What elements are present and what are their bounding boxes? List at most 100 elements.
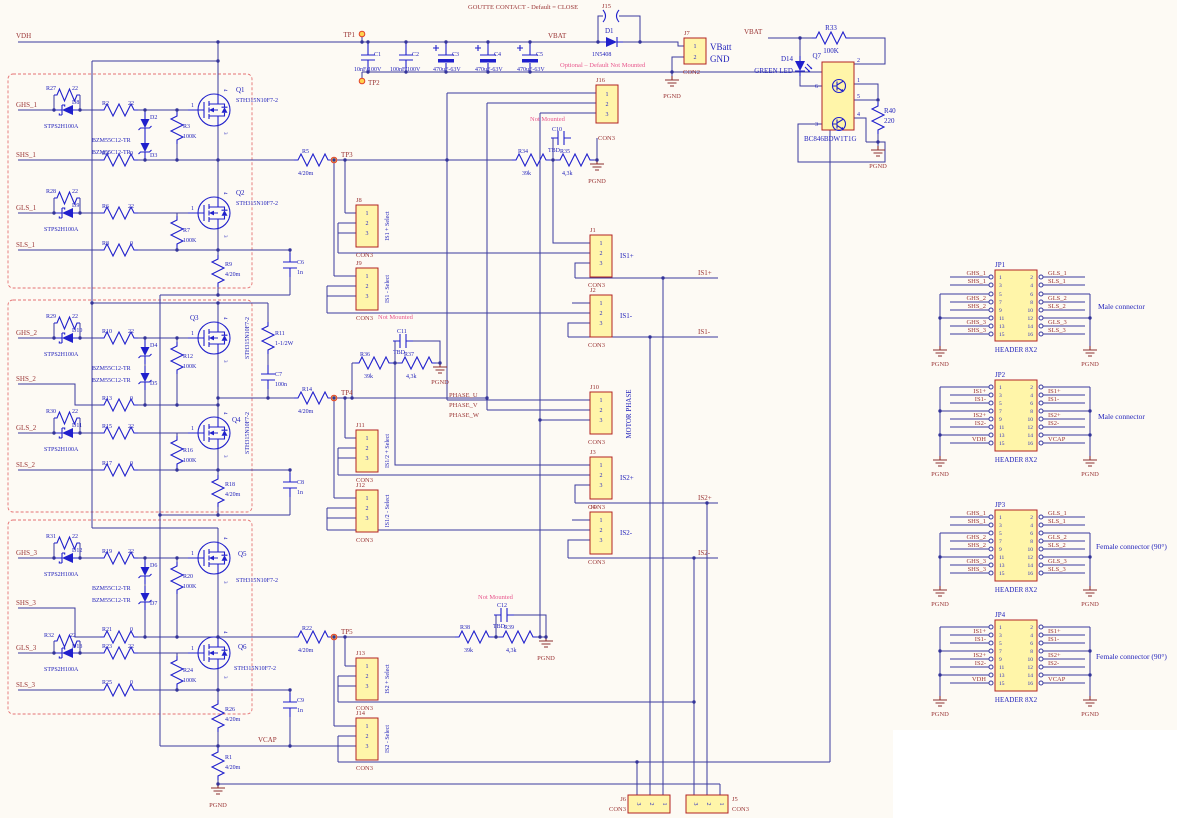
resistor-r16[interactable]: [171, 436, 183, 468]
resistor-r24[interactable]: [171, 656, 183, 688]
diode-d1[interactable]: [599, 37, 623, 47]
connector-j13[interactable]: 1 2 3: [356, 658, 378, 700]
resistor-r11[interactable]: [262, 322, 274, 354]
ref-d4: D4: [150, 343, 157, 349]
resistor-r38[interactable]: [455, 631, 493, 643]
diode-d9[interactable]: [54, 208, 80, 218]
header-pin-net: GLS_2: [1048, 295, 1067, 302]
pgnd-label: PGND: [1081, 711, 1099, 718]
resistor-r39[interactable]: [499, 631, 537, 643]
capacitor-c8[interactable]: [283, 473, 297, 497]
testpoint-tp1[interactable]: [359, 31, 365, 37]
label-j9-select: IS1 - Select: [385, 275, 391, 303]
connector-j12[interactable]: 1 2 3: [356, 490, 378, 532]
pin-label: 1: [600, 241, 603, 247]
resistor-r35[interactable]: [556, 154, 594, 166]
connector-j3[interactable]: 1 2 3: [590, 457, 612, 499]
pin-label: 1: [694, 44, 697, 50]
connector-j8[interactable]: 1 2 3: [356, 205, 378, 247]
testpoint-tp2[interactable]: [359, 78, 365, 84]
value-d14: GREEN LED: [754, 67, 793, 75]
value-q3: STH315N10F7-2: [245, 317, 251, 359]
note-not-mounted-c11: Not Mounted: [378, 314, 414, 321]
connector-j6[interactable]: 3 2 1: [628, 795, 670, 813]
header-type: HEADER 8X2: [995, 586, 1038, 594]
resistor-r9[interactable]: [212, 255, 224, 287]
connector-j5[interactable]: 3 2 1: [686, 795, 728, 813]
mosfet-q4[interactable]: [188, 417, 230, 449]
net-label-is2p: IS2+: [698, 494, 712, 502]
diode-d10[interactable]: [54, 333, 80, 343]
mosfet-q3[interactable]: [188, 322, 230, 354]
header-pin-net: SLS_2: [1048, 542, 1066, 549]
resistor-r20[interactable]: [171, 562, 183, 594]
diode-d8[interactable]: [54, 105, 80, 115]
resistor-r34[interactable]: [512, 154, 550, 166]
pgnd-label: PGND: [588, 178, 606, 185]
pin-label: 1: [191, 426, 194, 432]
resistor-r7[interactable]: [171, 216, 183, 248]
mosfet-q5[interactable]: [188, 542, 230, 574]
jumper-j15[interactable]: [603, 10, 619, 22]
resistor-r18[interactable]: [212, 475, 224, 507]
resistor-r40[interactable]: [872, 102, 884, 134]
ref-j10: J10: [590, 384, 599, 391]
capacitor-c9[interactable]: [283, 693, 297, 717]
transistor-q7[interactable]: [822, 62, 854, 130]
diode-d11[interactable]: [54, 428, 80, 438]
pin-label: 2: [366, 284, 369, 290]
pin-label: 3: [222, 360, 227, 363]
header-type: HEADER 8X2: [995, 456, 1038, 464]
header-pin-net: VCAP: [1048, 436, 1066, 443]
resistor-r22[interactable]: [294, 631, 332, 643]
header-type: HEADER 8X2: [995, 346, 1038, 354]
mosfet-q2[interactable]: [188, 197, 230, 229]
pgnd-label: PGND: [931, 471, 949, 478]
value-r38: 39k: [464, 648, 473, 654]
resistor-r14[interactable]: [294, 392, 332, 404]
ref-d7: D7: [150, 601, 157, 607]
connector-j2[interactable]: 1 2 3: [590, 295, 612, 337]
capacitor-c7[interactable]: [261, 365, 275, 389]
resistor-r3[interactable]: [171, 112, 183, 144]
led-d14[interactable]: [795, 56, 812, 76]
pin-label: 1: [600, 398, 603, 404]
resistor-r5[interactable]: [294, 154, 332, 166]
ref-r25: R25: [102, 680, 112, 686]
connector-j10[interactable]: 1 2 3: [590, 392, 612, 434]
connector-j16[interactable]: 1 2 3: [596, 85, 618, 123]
resistor-r1[interactable]: [212, 748, 224, 780]
connector-j9[interactable]: 1 2 3: [356, 268, 378, 310]
value-r22: 4/20m: [298, 648, 314, 654]
resistor-r37[interactable]: [398, 357, 436, 369]
connector-j14[interactable]: 1 2 3: [356, 718, 378, 760]
resistor-r12[interactable]: [171, 342, 183, 374]
mosfet-q6[interactable]: [188, 637, 230, 669]
value-r24: 100K: [183, 678, 197, 684]
net-label-shs2: SHS_2: [16, 375, 36, 383]
pgnd-label: PGND: [1081, 471, 1099, 478]
ref-c1: C1: [374, 52, 381, 58]
ref-j15: J15: [602, 3, 611, 10]
ref-r27: R27: [46, 86, 56, 92]
capacitor-c12[interactable]: [494, 608, 514, 622]
mosfet-q1[interactable]: [188, 94, 230, 126]
capacitor-c10[interactable]: [551, 131, 571, 145]
ref-r16: R16: [183, 448, 193, 454]
ref-j16: J16: [596, 77, 606, 84]
diode-d12[interactable]: [54, 553, 80, 563]
resistor-r36[interactable]: [355, 357, 393, 369]
ref-r5: R5: [302, 149, 309, 155]
connector-j7[interactable]: 1 2: [684, 38, 706, 64]
header-pin-net: IS1+: [973, 388, 986, 395]
connector-j4[interactable]: 1 2 3: [590, 512, 612, 554]
pin-label: 2: [600, 311, 603, 317]
capacitor-c6[interactable]: [283, 253, 297, 277]
resistor-r26[interactable]: [212, 700, 224, 732]
connector-j1[interactable]: 1 2 3: [590, 235, 612, 277]
value-r29: 22: [72, 314, 78, 320]
pgnd-symbol: [933, 586, 947, 596]
connector-j11[interactable]: 1 2 3: [356, 430, 378, 472]
resistor-r33[interactable]: [812, 32, 850, 44]
capacitor-c11[interactable]: [393, 334, 413, 348]
